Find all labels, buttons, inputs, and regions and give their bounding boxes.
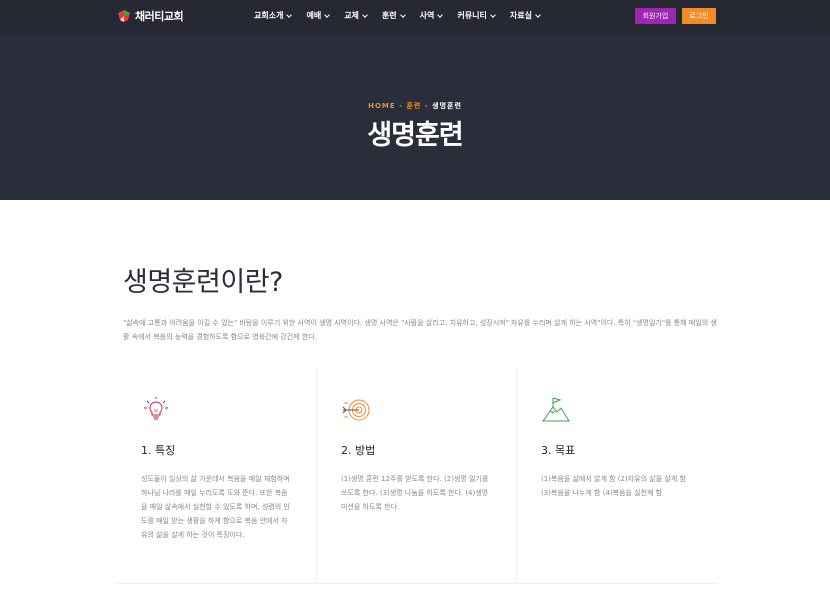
logo[interactable]: 채러티교회 [117, 8, 184, 24]
intro-text: "삶속에 고통과 어려움을 이길 수 있는" 바탕을 이루기 위한 사역이 생명… [123, 319, 717, 341]
breadcrumb-training[interactable]: 훈련 [406, 102, 421, 110]
breadcrumb-current: 생명훈련 [432, 102, 462, 110]
lightbulb-icon [144, 397, 168, 420]
join-button[interactable]: 회원가입 [635, 8, 676, 24]
nav-label: 커뮤니티 [457, 11, 487, 20]
nav-item-worship[interactable]: 예배 [306, 10, 331, 21]
breadcrumb-separator: - [424, 102, 429, 110]
target-icon [342, 399, 370, 421]
card-text: (1)복음을 삶에서 알게 함 (2)자유의 삶을 살게 함 (3)복음을 나누… [541, 475, 686, 497]
card-title: 1. 특징 [141, 444, 176, 457]
nav-item-community[interactable]: 커뮤니티 [457, 10, 496, 21]
section-title: 생명훈련이란? [123, 267, 283, 298]
breadcrumb-home[interactable]: HOME [368, 102, 396, 110]
login-button[interactable]: 로그인 [682, 8, 716, 24]
page-title: 생명훈련 [367, 120, 463, 151]
nav-label: 교제 [344, 11, 359, 20]
card-text: 성도들이 일상의 삶 가운데서 복음을 매일 체험하며 하나님 나라를 매일 누… [141, 475, 290, 539]
feature-card: 2. 방법 (1)생명 훈련 12주를 받도록 한다. (2)생명 일기를 쓰도… [317, 368, 517, 583]
logo-mark-icon [118, 10, 130, 22]
chevron-down-icon [399, 11, 406, 18]
nav-label: 예배 [306, 11, 322, 20]
nav-item-resources[interactable]: 자료실 [509, 10, 541, 21]
chevron-down-icon [324, 11, 331, 18]
chevron-down-icon [437, 11, 444, 18]
chevron-down-icon [286, 11, 293, 18]
breadcrumb-separator: - [399, 102, 404, 110]
card-title: 3. 목표 [541, 444, 576, 457]
top-navbar: 채러티교회 교회소개 예배 교제 훈련 사역 커뮤니티 자료실 회원가입 로그인 [0, 0, 830, 33]
nav-label: 교회소개 [254, 11, 284, 20]
nav-label: 사역 [419, 11, 435, 20]
main-nav: 교회소개 예배 교제 훈련 사역 커뮤니티 자료실 [254, 10, 541, 21]
logo-text: 채러티교회 [135, 10, 184, 23]
hero-banner: 채러티교회 교회소개 예배 교제 훈련 사역 커뮤니티 자료실 회원가입 로그인… [0, 0, 830, 200]
nav-label: 자료실 [509, 11, 532, 20]
nav-label: 훈련 [381, 11, 397, 20]
chevron-down-icon [490, 11, 496, 18]
nav-item-ministry[interactable]: 사역 [419, 10, 444, 21]
card-text: (1)생명 훈련 12주를 받도록 한다. (2)생명 일기를 쓰도록 한다. … [341, 475, 489, 511]
chevron-down-icon [362, 11, 368, 18]
card-title: 2. 방법 [341, 444, 376, 457]
divider [117, 583, 717, 584]
chevron-down-icon [535, 11, 541, 18]
nav-item-about[interactable]: 교회소개 [254, 10, 293, 21]
mountain-flag-icon [542, 397, 570, 422]
feature-card: 3. 목표 (1)복음을 삶에서 알게 함 (2)자유의 삶을 살게 함 (3)… [517, 368, 717, 583]
feature-card: 1. 특징 성도들이 일상의 삶 가운데서 복음을 매일 체험하며 하나님 나라… [117, 368, 317, 583]
nav-item-fellowship[interactable]: 교제 [344, 10, 368, 21]
breadcrumb: HOME - 훈련 - 생명훈련 [0, 101, 830, 111]
nav-item-training[interactable]: 훈련 [381, 10, 406, 21]
